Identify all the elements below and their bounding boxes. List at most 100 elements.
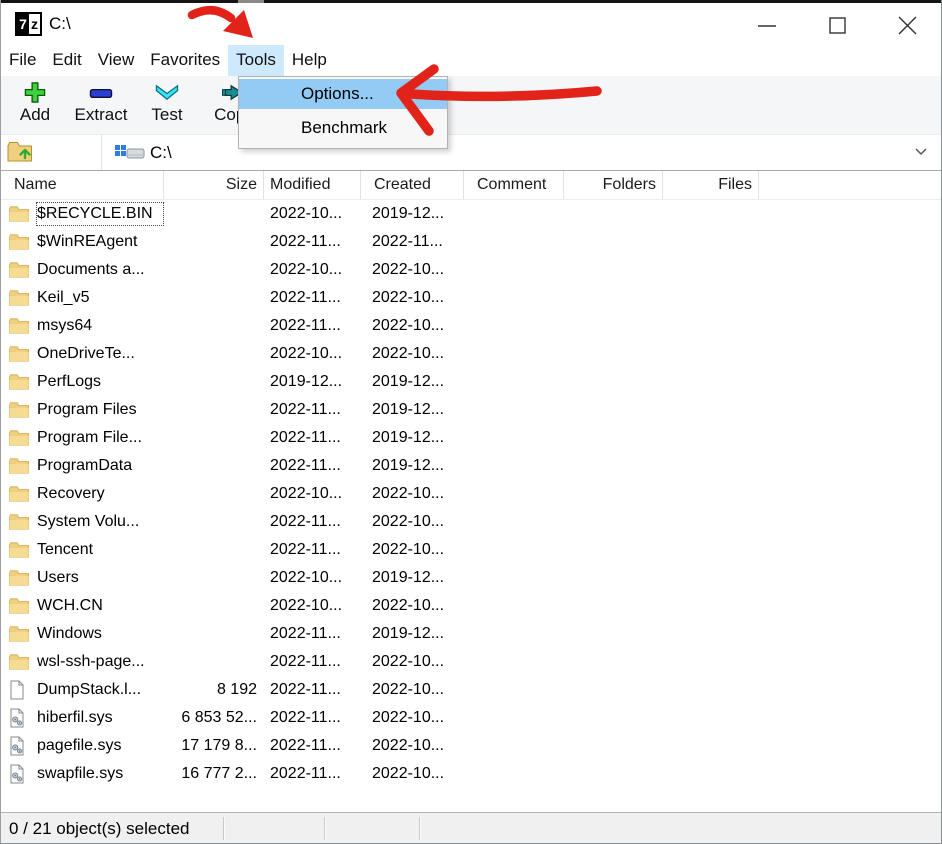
modified-cell: 2022-11... [264, 284, 361, 312]
file-row[interactable]: PerfLogs 2019-12... 2019-12... [1, 368, 941, 396]
name-cell: Keil_v5 [1, 284, 164, 312]
maximize-button[interactable] [824, 12, 852, 40]
created-cell: 2019-12... [361, 452, 464, 480]
modified-cell: 2022-10... [264, 592, 361, 620]
size-cell [164, 424, 264, 452]
file-row[interactable]: OneDriveTe... 2022-10... 2022-10... [1, 340, 941, 368]
chevron-down-icon[interactable] [913, 145, 929, 159]
window-title: C:\ [49, 3, 71, 45]
menu-item-options[interactable]: Options... [239, 79, 447, 109]
files-cell [663, 228, 759, 256]
name-cell: Program Files [1, 396, 164, 424]
files-cell [663, 536, 759, 564]
file-row[interactable]: WCH.CN 2022-10... 2022-10... [1, 592, 941, 620]
folders-cell [564, 480, 663, 508]
menu-view[interactable]: View [90, 45, 143, 76]
file-row[interactable]: wsl-ssh-page... 2022-11... 2022-10... [1, 648, 941, 676]
size-cell [164, 648, 264, 676]
folders-cell [564, 648, 663, 676]
file-row[interactable]: ProgramData 2022-11... 2019-12... [1, 452, 941, 480]
size-cell [164, 536, 264, 564]
file-name: Program File... [36, 426, 164, 450]
folders-cell [564, 564, 663, 592]
file-row[interactable]: Recovery 2022-10... 2022-10... [1, 480, 941, 508]
size-cell: 17 179 8... [164, 732, 264, 760]
file-row[interactable]: Tencent 2022-11... 2022-10... [1, 536, 941, 564]
comment-cell [464, 564, 564, 592]
comment-cell [464, 508, 564, 536]
name-cell: pagefile.sys [1, 732, 164, 760]
modified-cell: 2022-11... [264, 508, 361, 536]
file-row[interactable]: Windows 2022-11... 2019-12... [1, 620, 941, 648]
column-header-modified[interactable]: Modified [264, 171, 361, 199]
folder-icon [9, 374, 31, 390]
close-button[interactable] [894, 12, 922, 40]
name-cell: $RECYCLE.BIN [1, 200, 164, 228]
modified-cell: 2022-10... [264, 480, 361, 508]
file-row[interactable]: System Volu... 2022-11... 2022-10... [1, 508, 941, 536]
modified-cell: 2022-11... [264, 676, 361, 704]
parent-folder-button[interactable] [6, 139, 36, 167]
menu-bar: FileEditViewFavoritesToolsHelp [1, 45, 941, 76]
column-header-created[interactable]: Created [361, 171, 464, 199]
file-row[interactable]: $RECYCLE.BIN 2022-10... 2019-12... [1, 200, 941, 228]
spacer-cell [759, 620, 941, 648]
spacer-cell [759, 200, 941, 228]
folders-cell [564, 340, 663, 368]
address-combo[interactable]: C:\ [101, 135, 941, 170]
file-row[interactable]: hiberfil.sys 6 853 52... 2022-11... 2022… [1, 704, 941, 732]
column-header-name[interactable]: Name [1, 171, 164, 199]
spacer-cell [759, 480, 941, 508]
size-cell [164, 480, 264, 508]
menu-tools[interactable]: Tools [228, 45, 284, 76]
name-cell: Users [1, 564, 164, 592]
modified-cell: 2022-11... [264, 732, 361, 760]
file-name: $RECYCLE.BIN [36, 202, 164, 226]
spacer-cell [759, 508, 941, 536]
file-row[interactable]: Users 2022-10... 2019-12... [1, 564, 941, 592]
folder-icon [9, 542, 31, 558]
created-cell: 2019-12... [361, 424, 464, 452]
file-row[interactable]: pagefile.sys 17 179 8... 2022-11... 2022… [1, 732, 941, 760]
file-row[interactable]: Program Files 2022-11... 2019-12... [1, 396, 941, 424]
file-list: $RECYCLE.BIN 2022-10... 2019-12... [1, 200, 941, 811]
menu-edit[interactable]: Edit [44, 45, 89, 76]
tools-dropdown-menu: Options... Benchmark [238, 76, 448, 149]
menu-file[interactable]: File [1, 45, 44, 76]
name-cell: DumpStack.l... [1, 676, 164, 704]
folders-cell [564, 760, 663, 788]
size-cell: 8 192 [164, 676, 264, 704]
menu-item-benchmark[interactable]: Benchmark [239, 109, 447, 145]
column-header-files[interactable]: Files [663, 171, 759, 199]
file-row[interactable]: Documents a... 2022-10... 2022-10... [1, 256, 941, 284]
file-row[interactable]: Program File... 2022-11... 2019-12... [1, 424, 941, 452]
size-cell [164, 564, 264, 592]
menu-help[interactable]: Help [284, 45, 335, 76]
folders-cell [564, 676, 663, 704]
comment-cell [464, 368, 564, 396]
file-row[interactable]: Keil_v5 2022-11... 2022-10... [1, 284, 941, 312]
file-row[interactable]: swapfile.sys 16 777 2... 2022-11... 2022… [1, 760, 941, 788]
spacer-cell [759, 312, 941, 340]
comment-cell [464, 676, 564, 704]
spacer-cell [759, 536, 941, 564]
comment-cell [464, 452, 564, 480]
files-cell [663, 480, 759, 508]
column-header-size[interactable]: Size [164, 171, 264, 199]
file-row[interactable]: msys64 2022-11... 2022-10... [1, 312, 941, 340]
size-cell: 6 853 52... [164, 704, 264, 732]
menu-favorites[interactable]: Favorites [142, 45, 228, 76]
file-row[interactable]: $WinREAgent 2022-11... 2022-11... [1, 228, 941, 256]
folders-cell [564, 704, 663, 732]
column-header-comment[interactable]: Comment [464, 171, 564, 199]
extract-button[interactable]: Extract [63, 76, 139, 134]
comment-cell [464, 396, 564, 424]
test-button[interactable]: Test [139, 76, 195, 134]
title-bar: 7 z C:\ [1, 3, 941, 45]
minimize-button[interactable] [753, 12, 781, 40]
column-header-folders[interactable]: Folders [564, 171, 663, 199]
file-row[interactable]: DumpStack.l... 8 192 2022-11... 2022-10.… [1, 676, 941, 704]
add-button[interactable]: Add [7, 76, 63, 134]
folders-cell [564, 284, 663, 312]
spacer-cell [759, 256, 941, 284]
